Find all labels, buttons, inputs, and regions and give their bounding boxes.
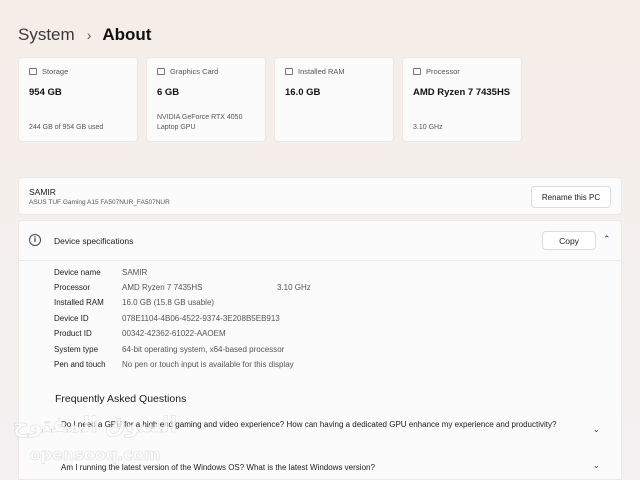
graphics-model: NVIDIA GeForce RTX 4050 Laptop GPU [157,114,243,131]
ram-label: Installed RAM [298,67,345,76]
chevron-right-icon: › [86,27,92,43]
storage-usage: 244 GB of 954 GB used [29,124,104,131]
device-name: SAMIR [29,187,56,197]
processor-value: AMD Ryzen 7 7435HS [413,87,511,98]
device-specifications-panel: i Device specifications Copy ⌃ Device na… [18,220,622,480]
spec-label: Pen and touch [54,360,106,369]
spec-value: AMD Ryzen 7 7435HS [122,283,203,292]
info-icon: i [29,234,41,246]
device-specifications-header[interactable]: i Device specifications Copy ⌃ [19,221,621,261]
device-name-bar: SAMIR ASUS TUF Gaming A15 FA507NUR_FA507… [18,177,622,215]
storage-icon [29,68,37,75]
summary-cards: Storage 954 GB 244 GB of 954 GB used Gra… [18,57,522,142]
storage-label: Storage [42,67,69,76]
spec-label: Processor [54,283,91,292]
ram-card[interactable]: Installed RAM 16.0 GB [274,57,394,142]
graphics-card-icon [157,68,165,75]
faq-item[interactable]: Am I running the latest version of the W… [61,462,581,473]
storage-card-header: Storage [29,67,127,76]
spec-value: 16.0 GB (15.8 GB usable) [122,298,215,307]
spec-value: SAMIR [122,268,148,277]
ram-card-header: Installed RAM [285,67,383,76]
spec-label: Installed RAM [54,298,104,307]
spec-label: System type [54,345,99,354]
processor-speed: 3.10 GHz [413,124,443,131]
spec-value: 00342-42362-61022-AAOEM [122,329,226,338]
rename-pc-button[interactable]: Rename this PC [531,186,611,208]
ram-value: 16.0 GB [285,87,321,98]
graphics-value: 6 GB [157,87,180,98]
page-title: About [102,25,152,44]
faq-item[interactable]: Do I need a GPU for a high end gaming an… [61,419,581,430]
storage-value: 954 GB [29,87,62,98]
spec-value: 64-bit operating system, x64-based proce… [122,345,285,354]
spec-label: Device ID [54,314,89,323]
breadcrumb: System › About [18,24,151,46]
graphics-card-header: Graphics Card [157,67,255,76]
graphics-label: Graphics Card [170,67,219,76]
spec-label: Device name [54,268,101,277]
spec-extra: 3.10 GHz [277,283,311,292]
device-specifications-title: Device specifications [54,236,134,246]
spec-value: 078E1104-4B06-4522-9374-3E208B5EB913 [122,314,280,323]
processor-card-header: Processor [413,67,511,76]
copy-button[interactable]: Copy [542,231,596,250]
processor-label: Processor [426,67,460,76]
spec-value: No pen or touch input is available for t… [122,360,294,369]
chevron-up-icon[interactable]: ⌃ [603,234,611,245]
ram-icon [285,68,293,75]
device-model: ASUS TUF Gaming A15 FA507NUR_FA507NUR [29,199,170,206]
breadcrumb-system-link[interactable]: System [18,25,75,45]
faq-title: Frequently Asked Questions [55,393,187,405]
spec-label: Product ID [54,329,92,338]
chevron-down-icon[interactable]: ⌄ [593,461,600,470]
storage-card[interactable]: Storage 954 GB 244 GB of 954 GB used [18,57,138,142]
chevron-down-icon[interactable]: ⌄ [593,425,600,434]
graphics-card[interactable]: Graphics Card 6 GB NVIDIA GeForce RTX 40… [146,57,266,142]
processor-card[interactable]: Processor AMD Ryzen 7 7435HS 3.10 GHz [402,57,522,142]
processor-icon [413,68,421,75]
